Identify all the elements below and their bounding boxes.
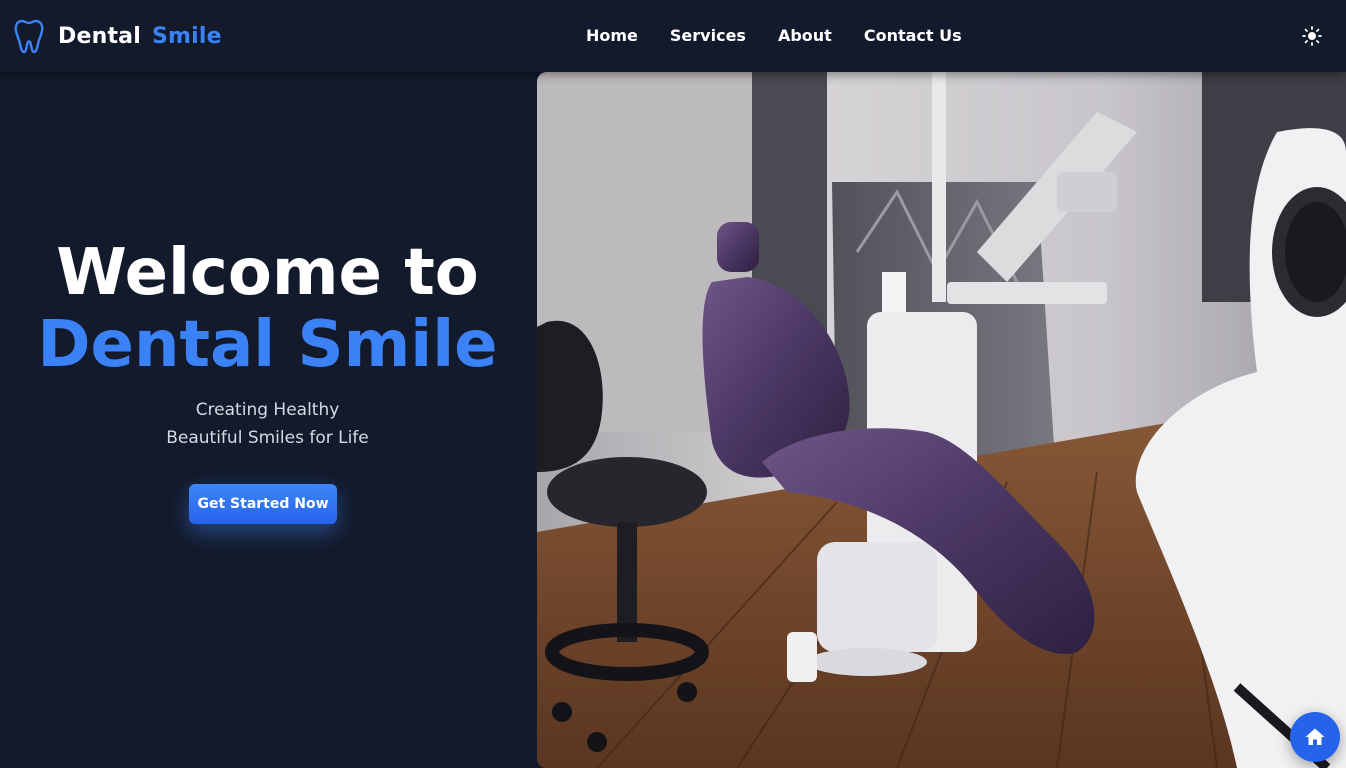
brand-name-smile: Smile: [151, 23, 222, 49]
get-started-button[interactable]: Get Started Now: [189, 484, 337, 524]
nav-link-about[interactable]: About: [778, 25, 832, 47]
dental-clinic-photo: [537, 72, 1346, 768]
main-nav: Home Services About Contact Us: [586, 25, 994, 47]
home-floating-button[interactable]: [1290, 712, 1340, 762]
home-icon: [1305, 728, 1325, 745]
nav-link-contact-us[interactable]: Contact Us: [864, 25, 962, 47]
hero-title-welcome: Welcome to: [56, 236, 479, 310]
top-navbar: Dental Smile Home Services About Contact…: [0, 0, 1346, 72]
brand-name-dental: Dental: [58, 23, 141, 49]
nav-link-home[interactable]: Home: [586, 25, 638, 47]
hero-title-brand: Dental Smile: [37, 308, 498, 382]
tooth-icon: [14, 19, 44, 54]
sun-icon[interactable]: [1301, 25, 1323, 47]
hero-subtitle-line-2: Beautiful Smiles for Life: [166, 428, 369, 448]
hero-subtitle-line-1: Creating Healthy: [195, 400, 340, 420]
nav-link-services[interactable]: Services: [670, 25, 746, 47]
brand-logo[interactable]: Dental Smile: [14, 18, 222, 54]
clinic-illustration: [537, 72, 1346, 768]
